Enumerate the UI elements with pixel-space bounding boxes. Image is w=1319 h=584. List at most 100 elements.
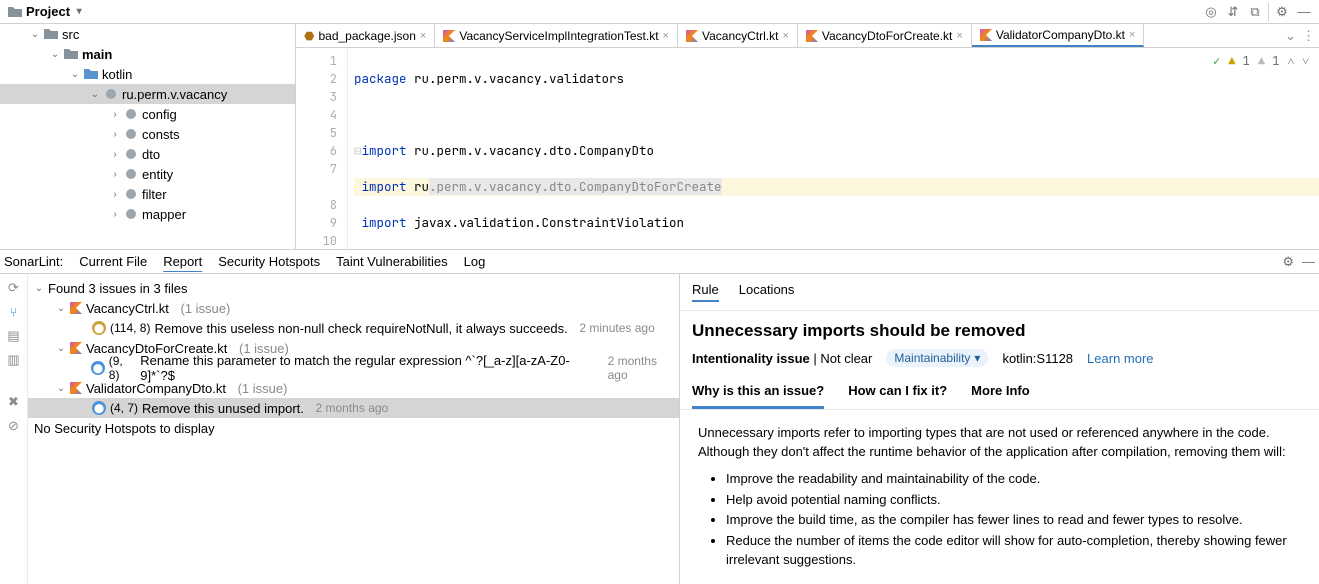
chevron-right-icon: › — [110, 149, 120, 160]
divider — [1268, 3, 1269, 21]
tree-node-main[interactable]: ⌄ main — [0, 44, 295, 64]
tab-vacancy-dto[interactable]: VacancyDtoForCreate.kt × — [798, 24, 972, 47]
code-editor[interactable]: 123 456 78 910 package ru.perm.v.vacancy… — [296, 48, 1319, 249]
folder-icon — [44, 28, 58, 40]
project-tree[interactable]: ⌄ src ⌄ main ⌄ kotlin ⌄ ru.perm.v.vacanc… — [0, 24, 296, 249]
tab-validator[interactable]: ValidatorCompanyDto.kt × — [972, 24, 1145, 47]
tab-log[interactable]: Log — [464, 254, 486, 269]
tab-label: VacancyCtrl.kt — [702, 29, 778, 43]
subtab-more[interactable]: More Info — [971, 375, 1030, 409]
issue-item[interactable]: ⬤ (114, 8) Remove this useless non-null … — [28, 318, 679, 338]
close-icon[interactable]: × — [782, 30, 788, 42]
tree-node-package[interactable]: ⌄ ru.perm.v.vacancy — [0, 84, 295, 104]
tab-report[interactable]: Report — [163, 254, 202, 269]
tree-label: kotlin — [102, 67, 132, 82]
rule-id: kotlin:S1128 — [1002, 351, 1073, 366]
close-icon[interactable]: × — [1129, 29, 1135, 41]
severity-icon: ⬤ — [92, 401, 106, 415]
severity-icon: ⬤ — [91, 361, 105, 375]
tree-label: consts — [142, 127, 180, 142]
chevron-right-icon: › — [110, 169, 120, 180]
tree-node-folder[interactable]: ›config — [0, 104, 295, 124]
learn-more-link[interactable]: Learn more — [1087, 351, 1153, 366]
hide-icon[interactable]: — — [1295, 3, 1313, 21]
rule-description: Unnecessary imports refer to importing t… — [680, 410, 1319, 584]
tab-label: ValidatorCompanyDto.kt — [996, 28, 1125, 42]
rule-notclear: | Not clear — [810, 351, 873, 366]
tab-bad-package[interactable]: ⬣ bad_package.json × — [296, 24, 435, 47]
gear-icon[interactable]: ⚙ — [1282, 254, 1294, 270]
rule-tab-rule[interactable]: Rule — [692, 282, 719, 302]
stop-icon[interactable]: ⊘ — [6, 418, 22, 434]
chevron-icon[interactable]: ˄ — [1287, 52, 1294, 70]
tab-taint[interactable]: Taint Vulnerabilities — [336, 254, 448, 269]
select-target-icon[interactable]: ◎ — [1202, 3, 1220, 21]
tree-label: filter — [142, 187, 167, 202]
tree-node-kotlin[interactable]: ⌄ kotlin — [0, 64, 295, 84]
tab-hotspots[interactable]: Security Hotspots — [218, 254, 320, 269]
tab-label: VacancyServiceImplIntegrationTest.kt — [459, 29, 658, 43]
gear-icon[interactable]: ⚙ — [1273, 3, 1291, 21]
chevron-down-icon: ⌄ — [90, 89, 100, 100]
issues-tree[interactable]: ⌄Found 3 issues in 3 files ⌄ VacancyCtrl… — [28, 274, 680, 584]
close-icon[interactable]: × — [956, 30, 962, 42]
package-icon — [104, 88, 118, 100]
issue-item-selected[interactable]: ⬤ (4, 7) Remove this unused import. 2 mo… — [28, 398, 679, 418]
rule-title: Unnecessary imports should be removed — [680, 311, 1319, 349]
package-icon — [124, 208, 138, 220]
editor-status[interactable]: ✓ ▲ 1 ▲ 1 ˄ ˅ — [1213, 52, 1309, 70]
editor-tabs: ⬣ bad_package.json × VacancyServiceImplI… — [296, 24, 1319, 48]
close-icon[interactable]: × — [663, 30, 669, 42]
sonarlint-label: SonarLint: — [4, 254, 63, 269]
more-icon[interactable]: ⋮ — [1302, 28, 1315, 44]
package-icon — [124, 188, 138, 200]
tab-vacancy-ctrl[interactable]: VacancyCtrl.kt × — [678, 24, 798, 47]
tree-node-src[interactable]: ⌄ src — [0, 24, 295, 44]
tab-label: VacancyDtoForCreate.kt — [822, 29, 953, 43]
project-selector[interactable]: Project ▾ — [0, 4, 92, 19]
tools-icon[interactable]: ✖ — [6, 394, 22, 410]
branch-icon[interactable]: ⑂ — [6, 304, 22, 320]
line-gutter: 123 456 78 910 — [296, 48, 348, 249]
tab-current-file[interactable]: Current File — [79, 254, 147, 269]
folder-icon — [84, 68, 98, 80]
tree-label: main — [82, 47, 112, 62]
tree-node-folder[interactable]: ›entity — [0, 164, 295, 184]
issue-file[interactable]: ⌄ VacancyCtrl.kt (1 issue) — [28, 298, 679, 318]
tree-node-folder[interactable]: ›mapper — [0, 204, 295, 224]
sonarlint-tabs: SonarLint: Current File Report Security … — [0, 250, 1319, 274]
tree-label: dto — [142, 147, 160, 162]
kotlin-icon — [686, 30, 698, 42]
chevron-down-icon: ▾ — [74, 6, 84, 17]
package-icon — [124, 128, 138, 140]
maintainability-pill[interactable]: Maintainability ▾ — [886, 349, 988, 367]
chevron-right-icon: › — [110, 109, 120, 120]
tree-node-folder[interactable]: › dto — [0, 144, 295, 164]
tree-node-folder[interactable]: ›filter — [0, 184, 295, 204]
package-icon — [124, 148, 138, 160]
collapse-all-icon[interactable]: ⧉ — [1246, 3, 1264, 21]
chevron-icon[interactable]: ˅ — [1302, 52, 1309, 70]
tree-node-folder[interactable]: ›consts — [0, 124, 295, 144]
chevron-down-icon[interactable]: ⌄ — [1285, 28, 1296, 44]
rule-intent: Intentionality issue — [692, 351, 810, 366]
rule-tab-locations[interactable]: Locations — [739, 282, 795, 302]
tab-label: bad_package.json — [318, 29, 415, 43]
expand-all-icon[interactable]: ⇵ — [1224, 3, 1242, 21]
code-content[interactable]: package ru.perm.v.vacancy.validators ⊟im… — [348, 48, 1319, 249]
issue-item[interactable]: ⬤ (9, 8) Rename this parameter to match … — [28, 358, 679, 378]
kotlin-icon — [70, 342, 82, 354]
package-icon — [124, 168, 138, 180]
layout-icon[interactable]: ▤ — [6, 328, 22, 344]
subtab-fix[interactable]: How can I fix it? — [848, 375, 947, 409]
refresh-icon[interactable]: ⟳ — [6, 280, 22, 296]
hide-icon[interactable]: — — [1302, 254, 1315, 269]
tab-vacancy-test[interactable]: VacancyServiceImplIntegrationTest.kt × — [435, 24, 678, 47]
kotlin-icon — [70, 382, 82, 394]
subtab-why[interactable]: Why is this an issue? — [692, 375, 824, 409]
issues-summary[interactable]: ⌄Found 3 issues in 3 files — [28, 278, 679, 298]
package-icon — [124, 108, 138, 120]
close-icon[interactable]: × — [420, 30, 426, 42]
no-hotspots: No Security Hotspots to display — [28, 418, 679, 438]
layout2-icon[interactable]: ▥ — [6, 352, 22, 368]
